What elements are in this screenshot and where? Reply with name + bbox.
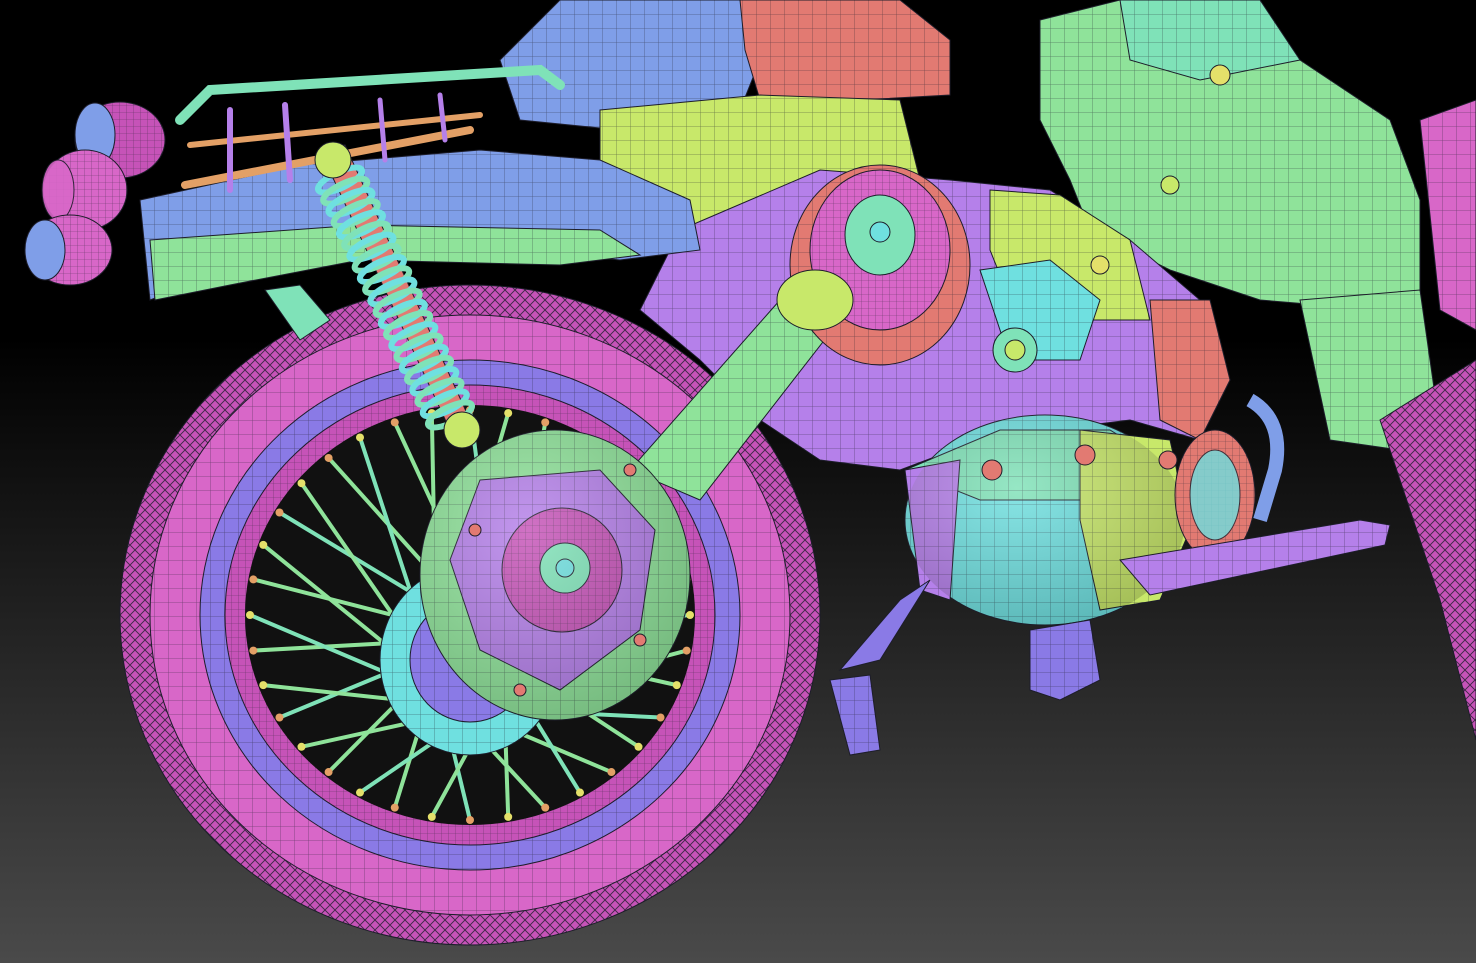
motorcycle-wireframe-render — [0, 0, 1476, 963]
3d-viewport[interactable] — [0, 0, 1476, 963]
